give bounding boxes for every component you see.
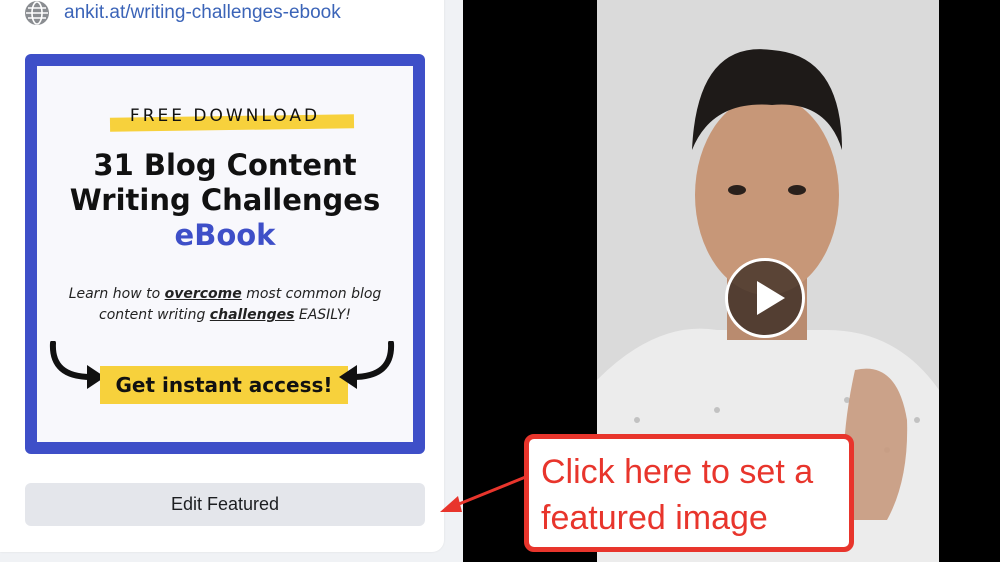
ebook-cover-image[interactable]: FREE DOWNLOAD 31 Blog Content Writing Ch…: [25, 54, 425, 454]
play-icon[interactable]: [725, 258, 805, 338]
desc-bold-1: overcome: [164, 286, 242, 302]
desc-bold-2: challenges: [209, 307, 295, 323]
instruction-callout: Click here to set a featured image: [524, 434, 854, 552]
ebook-title-line2: Writing Challenges: [69, 183, 381, 217]
ebook-description: Learn how to overcome most common blog c…: [57, 284, 393, 326]
ebook-eyebrow: FREE DOWNLOAD: [129, 106, 321, 126]
link-url[interactable]: ankit.at/writing-challenges-ebook: [64, 2, 341, 24]
ebook-title-line3: eBook: [174, 218, 276, 252]
get-access-button[interactable]: Get instant access!: [100, 366, 348, 404]
link-row[interactable]: ankit.at/writing-challenges-ebook: [25, 1, 341, 25]
post-card: ankit.at/writing-challenges-ebook FREE D…: [0, 0, 444, 552]
ebook-title-line1: 31 Blog Content: [93, 148, 357, 182]
ebook-cover-inner: FREE DOWNLOAD 31 Blog Content Writing Ch…: [37, 66, 413, 442]
red-pointer-arrow-icon: [440, 474, 529, 512]
callout-text: Click here to set a featured image: [541, 453, 814, 537]
desc-pre: Learn how to: [68, 286, 165, 302]
curved-arrow-right-icon: [49, 341, 105, 389]
edit-featured-button[interactable]: Edit Featured: [25, 483, 425, 526]
globe-icon: [25, 1, 49, 25]
desc-post: EASILY!: [294, 307, 351, 323]
ebook-title: 31 Blog Content Writing Challenges eBook: [37, 148, 413, 253]
curved-arrow-left-icon: [339, 341, 395, 389]
